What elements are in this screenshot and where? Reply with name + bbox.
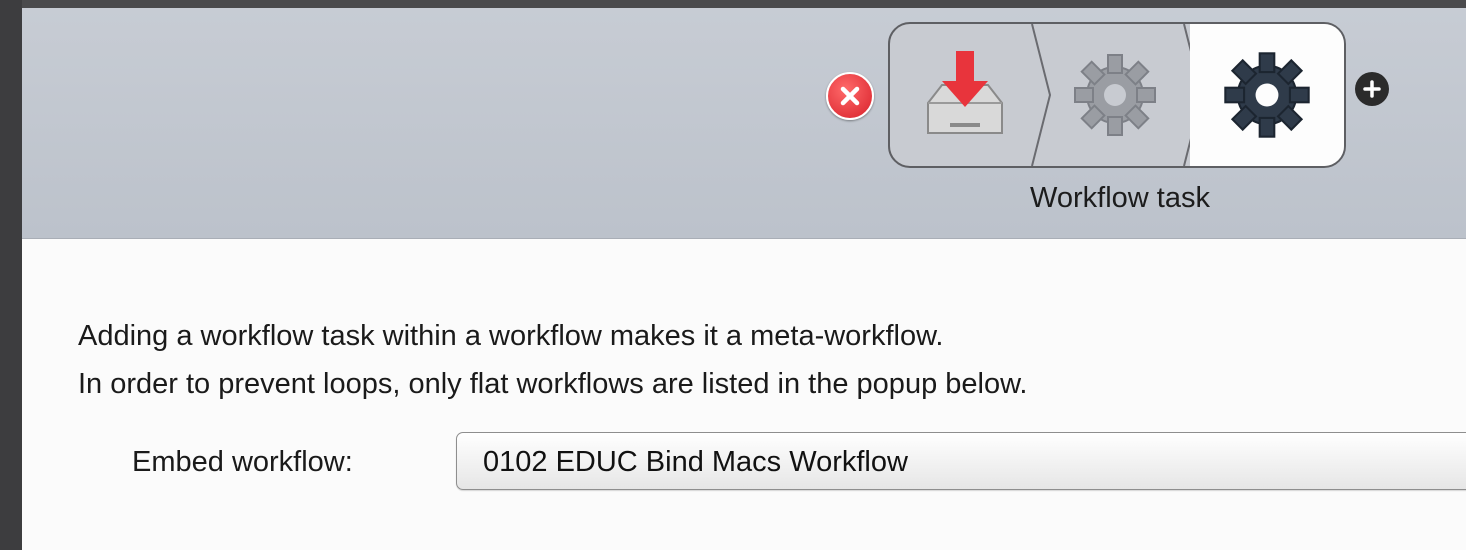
- task-download[interactable]: [890, 24, 1040, 166]
- selected-task-label: Workflow task: [1030, 182, 1210, 214]
- window-frame-left: [0, 0, 22, 550]
- close-icon: [840, 86, 860, 106]
- add-task-button[interactable]: [1355, 72, 1389, 106]
- gear-icon: [1224, 52, 1310, 138]
- remove-task-button[interactable]: [826, 72, 874, 120]
- embed-workflow-label: Embed workflow:: [132, 446, 353, 478]
- embed-workflow-popup[interactable]: 0102 EDUC Bind Macs Workflow: [456, 432, 1466, 490]
- gear-icon: [1074, 54, 1156, 136]
- workflow-task-strip: [888, 22, 1346, 168]
- description-line-2: In order to prevent loops, only flat wor…: [78, 368, 1028, 400]
- task-workflow-selected[interactable]: [1190, 24, 1344, 166]
- embed-workflow-value: 0102 EDUC Bind Macs Workflow: [483, 446, 908, 478]
- window-frame-top: [0, 0, 1466, 8]
- plus-icon: [1363, 80, 1381, 98]
- description-line-1: Adding a workflow task within a workflow…: [78, 320, 944, 352]
- download-tray-icon: [927, 51, 1003, 134]
- task-gear-inactive[interactable]: [1040, 24, 1190, 166]
